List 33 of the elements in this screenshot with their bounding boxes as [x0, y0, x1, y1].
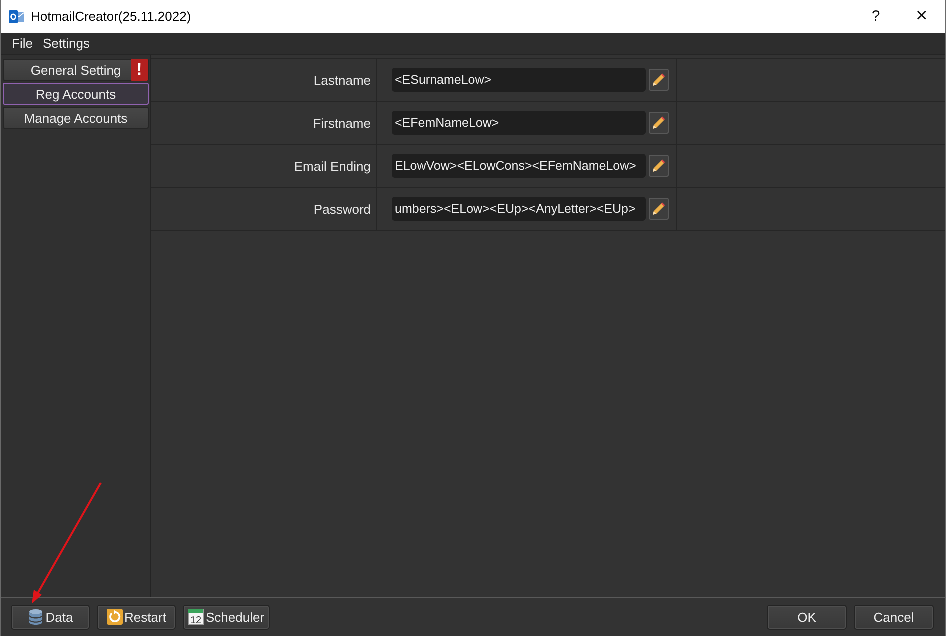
- menu-item[interactable]: Settings: [38, 33, 95, 54]
- pencil-icon: [652, 73, 666, 87]
- sidebar-item[interactable]: Manage Accounts: [3, 107, 149, 129]
- menu-item[interactable]: File: [7, 33, 38, 54]
- mail-app-icon: [9, 10, 24, 24]
- pencil-icon: [652, 202, 666, 216]
- help-button[interactable]: ?: [853, 0, 899, 33]
- scheduler-button[interactable]: 12 Scheduler: [183, 604, 270, 630]
- text-field[interactable]: umbers><ELow><EUp><AnyLetter><EUp>: [392, 197, 646, 221]
- refresh-icon: [106, 609, 123, 625]
- edit-button[interactable]: [649, 112, 669, 134]
- field-label: Lastname: [312, 72, 372, 88]
- field-label: Firstname: [312, 116, 372, 130]
- text-field[interactable]: <ESurnameLow>: [392, 68, 646, 92]
- pencil-icon: [652, 116, 666, 130]
- close-button[interactable]: ×: [899, 0, 945, 33]
- pencil-icon: [652, 159, 666, 173]
- data-button[interactable]: Data: [11, 604, 90, 630]
- cancel-button[interactable]: Cancel: [854, 604, 934, 630]
- edit-button[interactable]: [649, 69, 669, 91]
- warning-badge: !: [131, 59, 148, 81]
- edit-button[interactable]: [649, 155, 669, 177]
- field-label: Password: [312, 202, 372, 216]
- calendar-icon: 12: [188, 609, 204, 625]
- database-icon: [28, 609, 44, 625]
- field-label: Email Ending: [293, 158, 372, 174]
- text-field[interactable]: ELowVow><ELowCons><EFemNameLow>: [392, 154, 646, 178]
- window-title: HotmailCreator(25.11.2022): [31, 9, 192, 24]
- sidebar-item[interactable]: Reg Accounts: [3, 83, 149, 105]
- edit-button[interactable]: [649, 198, 669, 220]
- text-field[interactable]: <EFemNameLow>: [392, 111, 646, 135]
- ok-button[interactable]: OK: [767, 604, 847, 630]
- restart-button[interactable]: Restart: [97, 604, 176, 630]
